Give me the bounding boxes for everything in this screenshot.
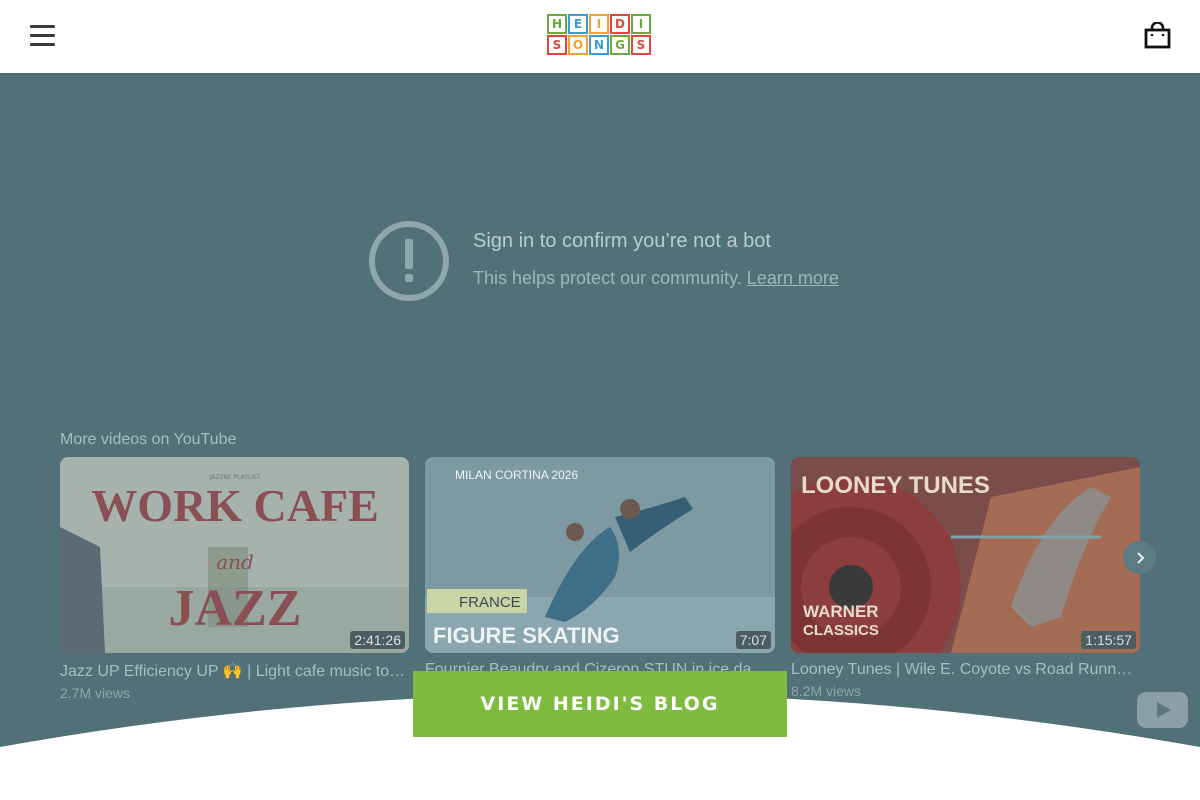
- video-duration: 1:15:57: [1081, 631, 1136, 649]
- thumb-text: WORK CAFE: [91, 480, 379, 531]
- youtube-logo-icon[interactable]: [1137, 692, 1188, 728]
- skating-thumbnail-art: MILAN CORTINA 2026 FRANCE FIGURE SKATING: [425, 457, 775, 653]
- thumb-text: MILAN CORTINA 2026: [455, 468, 578, 482]
- logo-letter: E: [568, 14, 588, 34]
- logo-row-bottom: S O N G S: [547, 35, 653, 55]
- thumb-text: WARNER: [803, 602, 879, 621]
- bot-check-title: Sign in to confirm you’re not a bot: [473, 230, 771, 252]
- looney-thumbnail-art: LOONEY TUNES WARNER CLASSICS: [791, 457, 1140, 653]
- view-blog-button[interactable]: View Heidi's Blog: [413, 671, 787, 737]
- bot-check-description: This helps protect our community.: [473, 268, 742, 288]
- video-views: 2.7M views: [60, 685, 131, 701]
- logo-letter: I: [589, 14, 609, 34]
- video-title[interactable]: Looney Tunes | Wile E. Coyote vs Road Ru…: [791, 661, 1140, 679]
- thumb-text: CLASSICS: [803, 622, 879, 639]
- site-header: H E I D I S O N G S: [0, 0, 1200, 73]
- logo-letter: O: [568, 35, 588, 55]
- next-videos-button[interactable]: [1123, 541, 1156, 574]
- logo-letter: S: [631, 35, 651, 55]
- thumb-text: LOONEY TUNES: [801, 472, 990, 499]
- shopping-bag-icon[interactable]: [1144, 22, 1171, 49]
- jazz-thumbnail-art: JAZZNE PLAYLIST WORK CAFE and JAZZ: [60, 457, 409, 653]
- video-duration: 2:41:26: [350, 631, 405, 649]
- video-card[interactable]: LOONEY TUNES WARNER CLASSICS 1:15:57 Loo…: [791, 457, 1140, 699]
- logo-letter: H: [547, 14, 567, 34]
- video-thumbnail[interactable]: LOONEY TUNES WARNER CLASSICS 1:15:57: [791, 457, 1140, 653]
- logo-letter: S: [547, 35, 567, 55]
- video-thumbnail[interactable]: JAZZNE PLAYLIST WORK CAFE and JAZZ 2:41:…: [60, 457, 409, 653]
- video-thumbnail[interactable]: MILAN CORTINA 2026 FRANCE FIGURE SKATING…: [425, 457, 775, 653]
- heidisongs-logo[interactable]: H E I D I S O N G S: [547, 14, 653, 60]
- more-videos-heading: More videos on YouTube: [60, 431, 237, 448]
- thumb-text: and: [216, 550, 254, 574]
- warning-icon: [369, 221, 449, 301]
- thumb-text: FIGURE SKATING: [433, 623, 620, 648]
- bot-check-text: This helps protect our community. Learn …: [473, 268, 839, 289]
- logo-letter: G: [610, 35, 630, 55]
- learn-more-link[interactable]: Learn more: [747, 268, 839, 288]
- video-card[interactable]: JAZZNE PLAYLIST WORK CAFE and JAZZ 2:41:…: [60, 457, 409, 701]
- chevron-right-icon: [1136, 551, 1144, 564]
- video-views: 8.2M views: [791, 683, 862, 699]
- logo-letter: I: [631, 14, 651, 34]
- video-duration: 7:07: [735, 631, 771, 649]
- logo-row-top: H E I D I: [547, 14, 653, 34]
- video-title[interactable]: Jazz UP Efficiency UP 🙌 | Light cafe mus…: [60, 661, 409, 681]
- logo-letter: N: [589, 35, 609, 55]
- youtube-embed[interactable]: Sign in to confirm you’re not a bot This…: [0, 73, 1200, 747]
- thumb-text: FRANCE: [459, 594, 521, 611]
- hamburger-menu-icon[interactable]: [30, 25, 55, 47]
- logo-letter: D: [610, 14, 630, 34]
- thumb-text: JAZZ: [169, 580, 302, 637]
- video-card[interactable]: MILAN CORTINA 2026 FRANCE FIGURE SKATING…: [425, 457, 775, 683]
